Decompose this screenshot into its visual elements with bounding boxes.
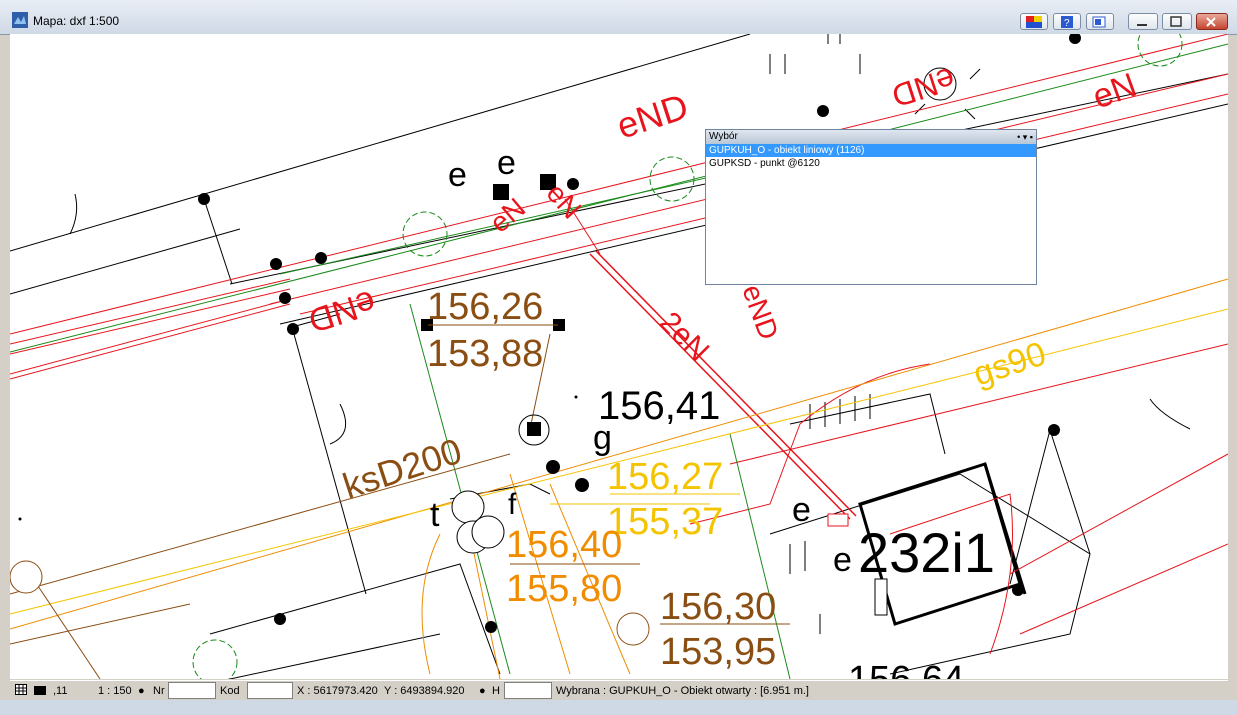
label-f: f: [508, 488, 517, 521]
label-end-2: eND: [304, 283, 380, 340]
label-g: g: [593, 419, 612, 457]
level-1-top: 156,26: [427, 286, 543, 328]
help-button[interactable]: ?: [1053, 13, 1081, 30]
nr-label: Nr: [153, 685, 165, 697]
status-bar: ,11 1 : 150 ● Nr Kod X : 5617973.420 Y :…: [10, 680, 1228, 701]
dot-icon: ●: [479, 685, 486, 697]
dot-icon: ●: [138, 685, 145, 697]
label-ksd200: ksD200: [338, 430, 467, 507]
kod-field[interactable]: [247, 682, 293, 699]
layer-color-icon: [34, 686, 46, 698]
title-bar: Mapa: dxf 1:500 ?: [0, 0, 1237, 35]
level-6: 156,64: [848, 659, 964, 679]
selection-item[interactable]: GUPKSD - punkt @6120: [706, 157, 1036, 170]
grid-icon[interactable]: [15, 684, 27, 698]
y-coordinate: Y : 6493894.920: [384, 685, 465, 697]
kod-label: Kod: [220, 685, 240, 697]
label-end-4: eND: [736, 280, 784, 343]
svg-text:?: ?: [1064, 18, 1070, 28]
panel-controls-icon[interactable]: • ▾ ▪: [1017, 130, 1033, 144]
label-e-3: e: [792, 491, 811, 529]
level-4-top: 156,40: [506, 524, 622, 566]
palette-button[interactable]: [1020, 13, 1048, 30]
level-3-bottom: 155,37: [607, 501, 723, 543]
label-2en: 2eN: [653, 306, 715, 368]
level-5-bottom: 153,95: [660, 631, 776, 673]
level-2: 156,41: [598, 384, 720, 428]
window-title: Mapa: dxf 1:500: [33, 14, 120, 28]
nr-field[interactable]: [168, 682, 216, 699]
restore-tool-button[interactable]: [1086, 13, 1114, 30]
label-en-1: eN: [1088, 66, 1142, 117]
label-end-3: eND: [887, 60, 959, 114]
selection-panel-header: Wybór • ▾ ▪: [706, 130, 1036, 144]
label-e-2: e: [497, 144, 516, 182]
map-canvas[interactable]: eND eND eND eN eN eN eND 2eN gs90 ksD200…: [10, 34, 1228, 679]
level-3-top: 156,27: [607, 456, 723, 498]
label-gs90: gs90: [969, 335, 1051, 394]
h-field[interactable]: [504, 682, 552, 699]
label-t: t: [430, 496, 440, 534]
minimize-button[interactable]: [1128, 13, 1158, 30]
parcel-number: 232i1: [858, 521, 995, 584]
selection-panel-title: Wybór: [709, 131, 738, 142]
label-e-4: e: [833, 541, 852, 579]
selection-panel[interactable]: Wybór • ▾ ▪ GUPKUH_O - obiekt liniowy (1…: [705, 129, 1037, 285]
scale-indicator: 1 : 150: [98, 685, 132, 697]
level-1-bottom: 153,88: [427, 333, 543, 375]
map-app-icon: [12, 12, 28, 28]
label-e-1: e: [448, 156, 467, 194]
selection-status: Wybrana : GUPKUH_O - Obiekt otwarty : [6…: [556, 685, 809, 697]
maximize-button[interactable]: [1162, 13, 1192, 30]
h-label: H: [492, 685, 500, 697]
close-button[interactable]: [1196, 13, 1228, 30]
label-en-2: eN: [484, 192, 531, 239]
level-4-bottom: 155,80: [506, 568, 622, 610]
level-5-top: 156,30: [660, 586, 776, 628]
layer-indicator: ,11: [53, 685, 68, 697]
selection-item[interactable]: GUPKUH_O - obiekt liniowy (1126): [706, 144, 1036, 157]
x-coordinate: X : 5617973.420: [297, 685, 378, 697]
label-end-1: eND: [612, 85, 693, 146]
window-bottom-frame: [0, 700, 1237, 715]
